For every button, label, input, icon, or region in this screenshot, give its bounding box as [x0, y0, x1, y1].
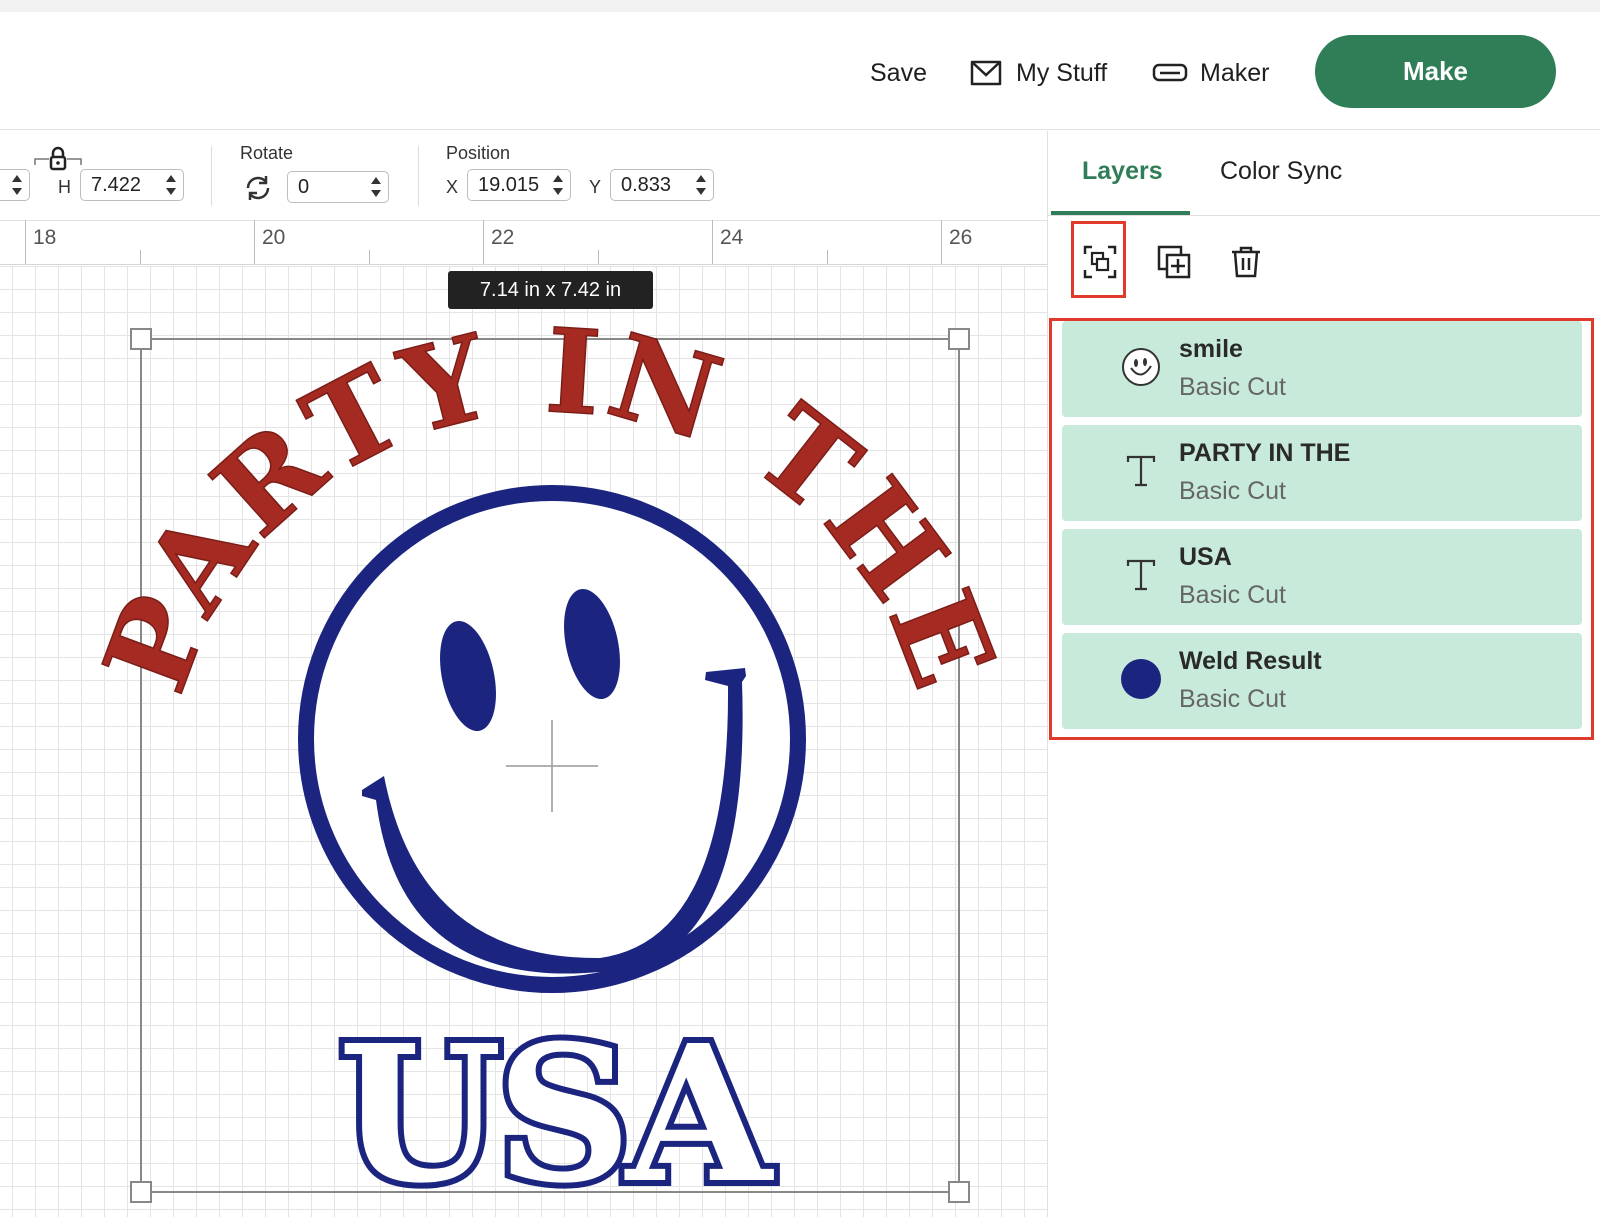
- trash-icon: [1232, 246, 1260, 278]
- y-spinner[interactable]: [695, 174, 707, 196]
- position-label: Position: [446, 143, 511, 163]
- toolbar-divider: [418, 146, 419, 206]
- tab-layers[interactable]: Layers: [1082, 157, 1163, 186]
- my-stuff-button[interactable]: My Stuff: [968, 56, 1107, 90]
- rotate-value: 0: [298, 175, 310, 198]
- maker-button[interactable]: Maker: [1152, 56, 1269, 90]
- y-position-input[interactable]: 0.833: [610, 169, 714, 201]
- usa-text[interactable]: USA: [332, 998, 786, 1217]
- layers-list-highlight: smile Basic Cut PARTY IN THE Basic Cut U…: [1049, 318, 1594, 740]
- smiley-face[interactable]: [298, 485, 806, 993]
- rotate-spinner[interactable]: [370, 176, 382, 198]
- ruler-number: 20: [262, 226, 286, 249]
- layer-operation: Basic Cut: [1179, 581, 1286, 609]
- layer-name: smile: [1179, 335, 1243, 363]
- width-field-partial[interactable]: [0, 169, 30, 201]
- layer-operation: Basic Cut: [1179, 477, 1286, 505]
- ruler-number: 22: [491, 226, 515, 249]
- maker-label: Maker: [1200, 58, 1270, 87]
- tab-color-sync[interactable]: Color Sync: [1220, 157, 1342, 186]
- app-header: Save My Stuff Maker Make: [0, 12, 1600, 130]
- ruler-number: 26: [949, 226, 973, 249]
- height-spinner[interactable]: [165, 174, 177, 196]
- height-input[interactable]: 7.422: [80, 169, 184, 201]
- resize-handle-top-left[interactable]: [130, 328, 152, 350]
- make-button[interactable]: Make: [1315, 35, 1556, 108]
- x-position-input[interactable]: 19.015: [467, 169, 571, 201]
- ruler-number: 18: [33, 226, 57, 249]
- ruler-tick: [25, 220, 26, 264]
- ruler-tick: [369, 250, 370, 264]
- layer-operation: Basic Cut: [1179, 685, 1286, 713]
- layer-row-weld-result[interactable]: Weld Result Basic Cut: [1062, 633, 1582, 729]
- size-tooltip: 7.14 in x 7.42 in: [448, 271, 653, 309]
- design-canvas[interactable]: PARTY IN THE USA: [0, 266, 1047, 1217]
- text-icon: [1119, 449, 1163, 493]
- resize-handle-bottom-left[interactable]: [130, 1181, 152, 1203]
- ruler-number: 24: [720, 226, 744, 249]
- rotate-icon[interactable]: [242, 172, 274, 204]
- ruler-tick: [140, 250, 141, 264]
- layer-name: USA: [1179, 543, 1232, 571]
- ruler-tick: [598, 250, 599, 264]
- horizontal-ruler: 18 20 22 24 26: [0, 220, 1047, 265]
- layer-operation: Basic Cut: [1179, 373, 1286, 401]
- rotate-label: Rotate: [240, 143, 294, 163]
- y-label: Y: [589, 177, 602, 197]
- height-value: 7.422: [91, 173, 142, 196]
- width-spinner[interactable]: [11, 174, 23, 196]
- ruler-tick: [254, 220, 255, 264]
- layer-row-party-in-the[interactable]: PARTY IN THE Basic Cut: [1062, 425, 1582, 521]
- smiley-icon: [1119, 345, 1163, 389]
- resize-handle-top-right[interactable]: [948, 328, 970, 350]
- x-value: 19.015: [478, 173, 540, 196]
- duplicate-icon: [1157, 245, 1191, 279]
- group-button-highlight: [1071, 221, 1126, 298]
- text-icon: [1119, 553, 1163, 597]
- save-label: Save: [870, 58, 927, 87]
- lock-icon[interactable]: [33, 145, 83, 173]
- layer-row-usa[interactable]: USA Basic Cut: [1062, 529, 1582, 625]
- y-value: 0.833: [621, 173, 672, 196]
- resize-handle-bottom-right[interactable]: [948, 1181, 970, 1203]
- layer-row-smile[interactable]: smile Basic Cut: [1062, 321, 1582, 417]
- circle-icon: [1119, 657, 1163, 701]
- layer-name: PARTY IN THE: [1179, 439, 1351, 467]
- top-strip: [0, 0, 1600, 12]
- x-label: X: [446, 177, 459, 197]
- delete-button[interactable]: [1222, 238, 1270, 286]
- rotate-input[interactable]: 0: [287, 171, 389, 203]
- panel-divider: [1048, 215, 1600, 216]
- ruler-tick: [483, 220, 484, 264]
- edit-toolbar: H 7.422 Rotate 0 Position X 19.015 Y 0.8…: [0, 131, 1047, 221]
- machine-icon: [1152, 63, 1188, 82]
- ruler-tick: [827, 250, 828, 264]
- x-spinner[interactable]: [552, 174, 564, 196]
- save-button[interactable]: Save: [870, 56, 927, 90]
- duplicate-button[interactable]: [1150, 238, 1198, 286]
- ruler-tick: [941, 220, 942, 264]
- layers-panel: Layers Color Sync smile Basic Cut PARTY …: [1047, 131, 1600, 1217]
- size-tooltip-text: 7.14 in x 7.42 in: [479, 278, 622, 301]
- inbox-tray-icon: [970, 60, 1002, 86]
- design-artwork[interactable]: PARTY IN THE USA: [0, 266, 1047, 1217]
- height-label: H: [58, 177, 71, 197]
- toolbar-divider: [211, 146, 212, 206]
- my-stuff-label: My Stuff: [1016, 58, 1108, 87]
- ruler-tick: [712, 220, 713, 264]
- layer-name: Weld Result: [1179, 647, 1322, 675]
